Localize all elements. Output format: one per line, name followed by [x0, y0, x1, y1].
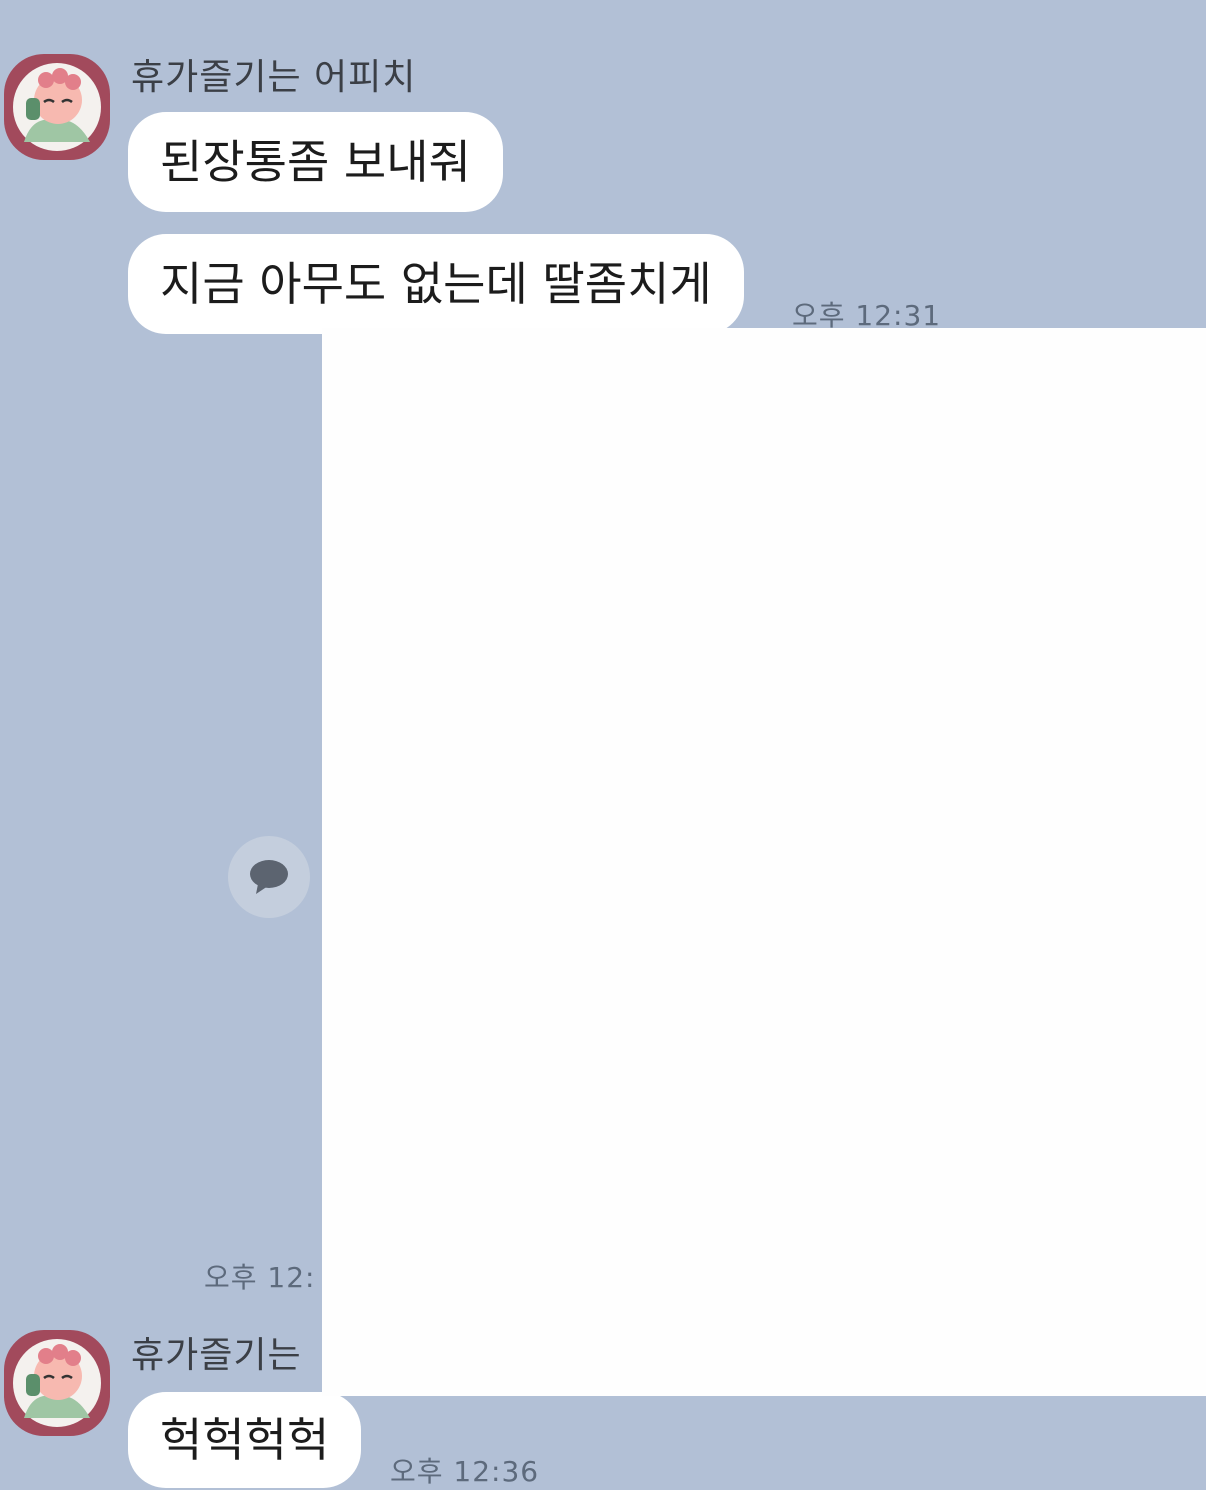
message-bubble[interactable]: 된장통좀 보내줘 — [128, 112, 503, 212]
message-timestamp: 오후 12:31 — [792, 299, 942, 332]
white-overlay-block — [322, 328, 1206, 1396]
message-bubble[interactable]: 지금 아무도 없는데 딸좀치게 — [128, 234, 744, 334]
sender-name: 휴가즐기는 어피치 — [131, 57, 417, 98]
avatar[interactable] — [4, 54, 110, 160]
reply-button[interactable] — [228, 836, 310, 918]
message-bubble[interactable]: 헉헉헉헉 — [128, 1392, 362, 1488]
apeach-avatar-icon — [13, 63, 101, 151]
speech-bubble-icon — [250, 860, 288, 894]
message-timestamp: 오후 12:36 — [390, 1455, 540, 1488]
avatar[interactable] — [4, 1330, 110, 1436]
sender-name: 휴가즐기는 — [131, 1335, 302, 1376]
apeach-avatar-icon — [13, 1339, 101, 1427]
message-timestamp-partial: 오후 12: — [204, 1261, 316, 1294]
